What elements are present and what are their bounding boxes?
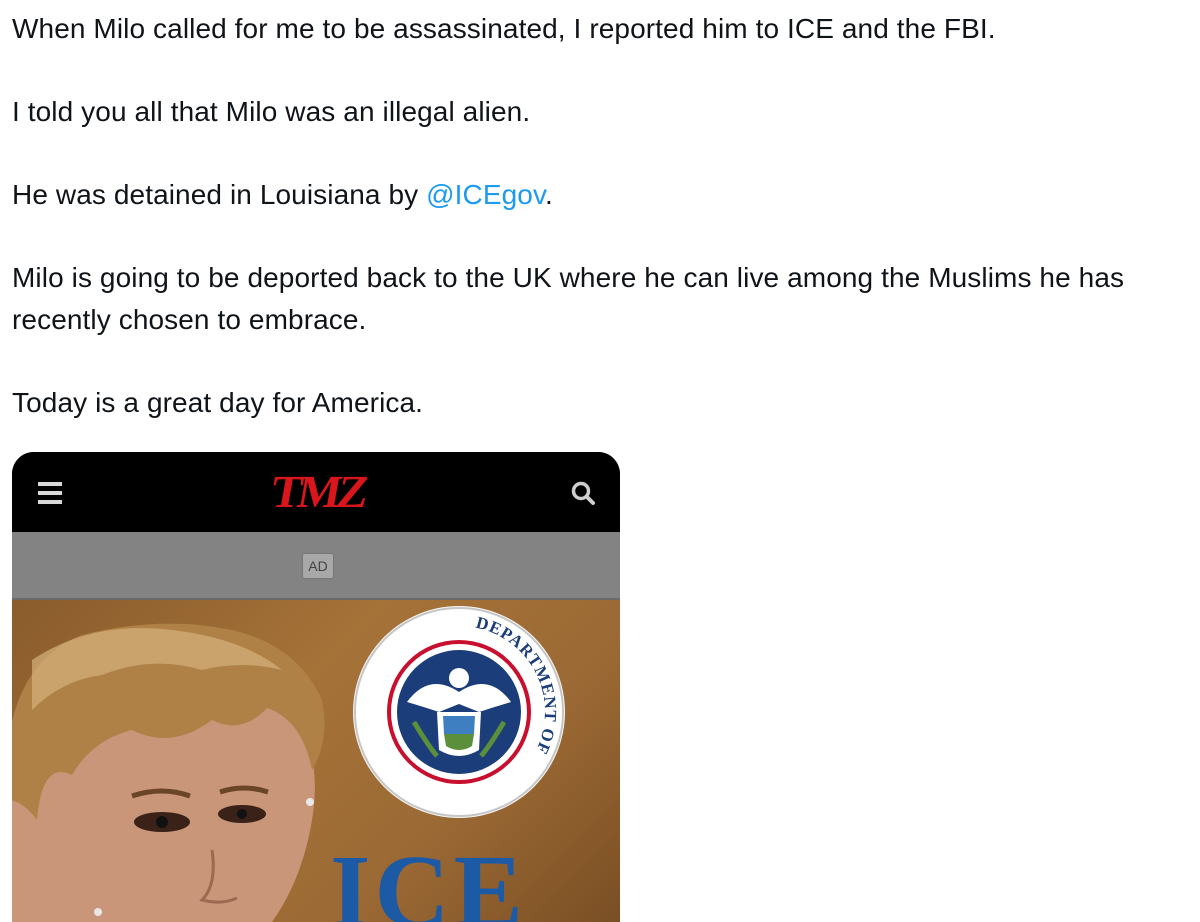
tweet-paragraph-4: Milo is going to be deported back to the… [12,262,1125,335]
person-figure [12,623,325,922]
mention-link-icegov[interactable]: @ICEgov [426,179,545,210]
tmz-header-bar: TMZ [12,452,620,532]
hamburger-menu-icon[interactable] [38,482,62,504]
tweet-paragraph-2: I told you all that Milo was an illegal … [12,96,531,127]
tweet-paragraph-5: Today is a great day for America. [12,387,424,418]
tweet-text: When Milo called for me to be assassinat… [12,8,1192,465]
search-icon[interactable] [570,480,596,506]
ice-headline-text: ICE [330,834,527,922]
tweet-paragraph-3-end: . [545,179,553,210]
tweet-paragraph-1: When Milo called for me to be assassinat… [12,13,996,44]
article-photo: DEPARTMENT OF [12,606,565,922]
tweet-paragraph-3-text: He was detained in Louisiana by [12,179,427,210]
tmz-logo[interactable]: TMZ [264,466,372,517]
dhs-seal: DEPARTMENT OF [353,606,565,818]
tweet-paragraph-3: He was detained in Louisiana by @ICEgov. [12,174,1192,216]
tweet-media-image[interactable]: TMZ AD DEPARTMENT OF ICE [12,452,620,922]
ad-label: AD [302,553,334,579]
